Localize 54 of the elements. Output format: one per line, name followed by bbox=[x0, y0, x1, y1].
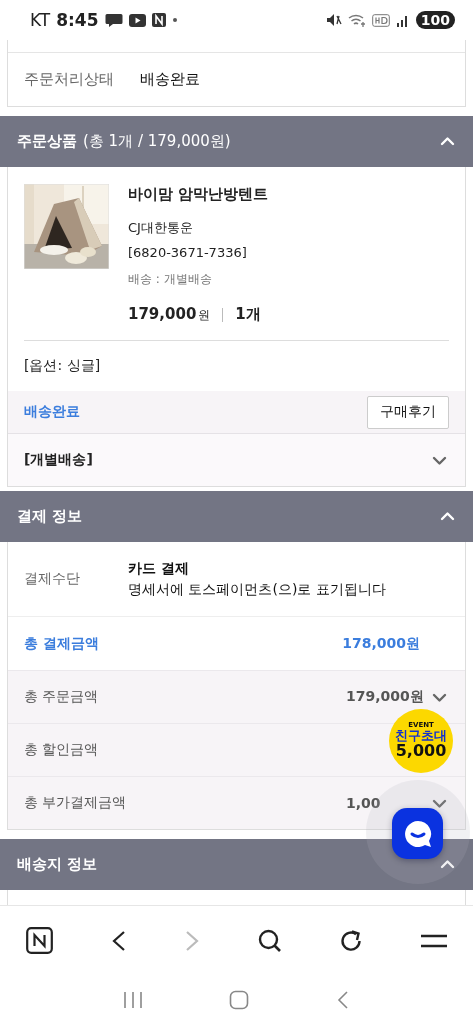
chevron-up-icon[interactable] bbox=[440, 858, 455, 871]
menu-icon[interactable] bbox=[420, 933, 447, 948]
amount-label: 총 주문금액 bbox=[24, 688, 99, 706]
product-option: [옵션: 싱글] bbox=[8, 341, 465, 391]
product-quantity: 1개 bbox=[235, 305, 261, 324]
carrier-label: KT bbox=[30, 10, 51, 30]
event-title: 친구초대 bbox=[395, 729, 447, 744]
n-icon bbox=[151, 13, 166, 27]
section-summary: (총 1개 / 179,000원) bbox=[83, 132, 232, 151]
field-label: 결제수단 bbox=[24, 570, 81, 588]
section-header[interactable]: 주문상품 (총 1개 / 179,000원) bbox=[0, 116, 473, 167]
tracking-number: [6820-3671-7336] bbox=[128, 245, 248, 262]
dot-icon bbox=[171, 17, 178, 23]
payment-method: 카드 결제 bbox=[128, 559, 190, 578]
amount-label: 총 부가결제금액 bbox=[24, 794, 127, 812]
section-header[interactable]: 결제 정보 bbox=[0, 491, 473, 542]
shipping-type: 배송 : 개별배송 bbox=[128, 271, 213, 288]
wifi-icon bbox=[347, 13, 366, 27]
total-amount: 178,000원 bbox=[342, 634, 420, 653]
chevron-up-icon[interactable] bbox=[440, 510, 455, 523]
section-header[interactable]: 배송지 정보 bbox=[0, 839, 473, 890]
chat-bubble-icon bbox=[104, 12, 123, 28]
clock: 8:45 bbox=[56, 10, 99, 30]
chevron-up-icon[interactable] bbox=[440, 135, 455, 148]
home-icon[interactable] bbox=[229, 989, 250, 1010]
n-logo-icon[interactable] bbox=[26, 927, 53, 954]
reload-icon[interactable] bbox=[339, 928, 364, 953]
chat-icon[interactable] bbox=[402, 818, 433, 849]
hd-icon bbox=[371, 13, 390, 27]
courier-name: CJ대한통운 bbox=[128, 219, 194, 237]
payment-note: 명세서에 토스페이먼츠(으)로 표기됩니다 bbox=[128, 580, 386, 599]
product-price: 179,000 원 bbox=[128, 305, 211, 324]
product-name: 바이맘 암막난방텐트 bbox=[128, 185, 269, 205]
mute-icon bbox=[325, 13, 342, 27]
shipping-group-row[interactable]: [개별배송] bbox=[8, 434, 465, 486]
field-value: 배송완료 bbox=[140, 70, 200, 89]
section-title: 배송지 정보 bbox=[17, 855, 98, 874]
amount-value: 1,00 bbox=[346, 795, 382, 811]
section-title: 주문상품 bbox=[17, 132, 77, 151]
total-label: 총 결제금액 bbox=[24, 634, 99, 653]
amount-label: 총 할인금액 bbox=[24, 741, 99, 759]
signal-icon bbox=[395, 13, 410, 27]
delivery-status: 배송완료 bbox=[24, 403, 80, 421]
back-icon[interactable] bbox=[110, 929, 127, 952]
event-amount: 5,000 bbox=[395, 743, 447, 760]
review-button[interactable]: 구매후기 bbox=[367, 395, 449, 429]
search-icon[interactable] bbox=[257, 928, 282, 953]
field-label: 주문처리상태 bbox=[24, 70, 115, 89]
battery-level: 100 bbox=[415, 11, 455, 29]
play-icon bbox=[128, 13, 146, 27]
shipping-group-label: [개별배송] bbox=[24, 451, 93, 469]
chat-button[interactable] bbox=[392, 808, 443, 859]
recents-icon[interactable] bbox=[123, 990, 144, 1009]
section-title: 결제 정보 bbox=[17, 507, 83, 526]
